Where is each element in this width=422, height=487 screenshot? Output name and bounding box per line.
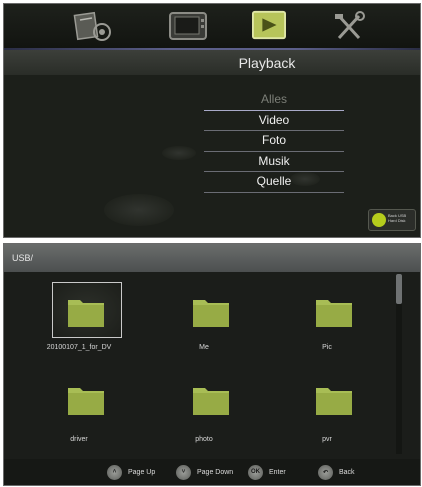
folder-name: pvr [322, 436, 332, 443]
scrollbar[interactable] [396, 274, 402, 454]
ok-icon: OK [248, 464, 263, 480]
page-down-label: Page Down [197, 468, 234, 476]
page-down-icon: ˅ [176, 464, 191, 480]
folder-icon [316, 300, 352, 327]
folder-name: driver [70, 436, 88, 443]
folder-icon [316, 388, 352, 415]
back-usb-label: Back USB Hard Disk [388, 213, 414, 223]
page-up-icon: ˄ [107, 464, 122, 480]
main-menu-bar [4, 4, 420, 48]
background-decoration [162, 146, 196, 160]
tv-icon[interactable] [167, 10, 209, 44]
folder-name: 20100107_1_for_DV [46, 344, 112, 351]
folder-item[interactable]: Me [159, 278, 249, 358]
page-title: Playback [238, 55, 296, 71]
menu-item-alles[interactable]: Alles [204, 90, 344, 111]
footer-controls: ˄ Page Up ˅ Page Down OK Enter ↶ Back [4, 459, 420, 485]
path-bar: USB/ [4, 244, 420, 272]
playback-icon[interactable] [248, 8, 290, 42]
current-path: USB/ [12, 253, 34, 263]
menu-item-foto[interactable]: Foto [204, 131, 344, 152]
folder-name: Pic [322, 344, 332, 351]
scrollbar-thumb[interactable] [396, 274, 402, 304]
folder-item[interactable]: photo [159, 370, 249, 450]
back-button[interactable]: ↶ Back [318, 464, 355, 480]
title-bar: Playback [4, 50, 420, 75]
media-type-menu: Alles Video Foto Musik Quelle [204, 90, 344, 193]
back-line-2: Hard Disk [388, 218, 406, 223]
menu-item-musik[interactable]: Musik [204, 152, 344, 173]
folder-name: photo [195, 436, 213, 443]
back-label: Back [339, 468, 355, 476]
background-decoration [104, 194, 174, 226]
folder-icon [193, 300, 229, 327]
tools-icon[interactable] [329, 10, 371, 44]
folder-item[interactable]: Pic [282, 278, 372, 358]
page-up-label: Page Up [128, 468, 156, 476]
folder-item[interactable]: driver [34, 370, 124, 450]
enter-label: Enter [269, 468, 286, 476]
folder-name: Me [199, 344, 209, 351]
page-up-button[interactable]: ˄ Page Up [107, 464, 155, 480]
back-usb-button[interactable]: Back USB Hard Disk [368, 209, 416, 231]
back-dot-icon [372, 213, 386, 227]
folder-item[interactable]: 20100107_1_for_DV [34, 278, 124, 358]
folder-item[interactable]: pvr [282, 370, 372, 450]
back-icon: ↶ [318, 464, 333, 480]
menu-item-video[interactable]: Video [204, 111, 344, 132]
folder-icon [193, 388, 229, 415]
enter-button[interactable]: OK Enter [248, 464, 286, 480]
playback-screen: Playback Alles Video Foto Musik Quelle B… [3, 3, 421, 238]
menu-item-quelle[interactable]: Quelle [204, 172, 344, 193]
settings-app-icon[interactable] [72, 10, 114, 44]
folder-grid: 20100107_1_for_DV Me Pic driver photo pv… [4, 272, 392, 458]
folder-icon [68, 388, 104, 415]
folder-icon [68, 300, 104, 327]
file-browser-screen: USB/ 20100107_1_for_DV Me Pic driver pho… [3, 243, 421, 486]
page-down-button[interactable]: ˅ Page Down [176, 464, 233, 480]
